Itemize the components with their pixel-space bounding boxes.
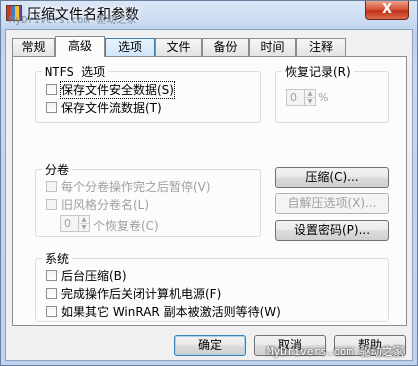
set-password-button[interactable]: 设置密码(P)...: [275, 220, 389, 241]
tab-advanced[interactable]: 高级: [55, 36, 105, 57]
recovery-volumes-value: 0: [64, 217, 71, 230]
spin-up-icon[interactable]: ▲: [79, 216, 89, 224]
recovery-record-spinner[interactable]: 0 ▲ ▼: [286, 89, 316, 106]
tab-backup[interactable]: 备份: [202, 38, 249, 56]
checkbox-box[interactable]: [46, 84, 57, 95]
tab-label: 注释: [308, 40, 333, 54]
recovery-record-value: 0: [290, 91, 297, 104]
tab-label: 高级: [67, 39, 92, 53]
close-button[interactable]: X: [365, 1, 409, 20]
spin-down-icon[interactable]: ▼: [79, 224, 89, 231]
tab-time[interactable]: 时间: [249, 38, 296, 56]
dialog-window: 压缩文件名和参数 MyDrivers.com 驱动之家 X 常规 高级 选项 文…: [0, 0, 418, 366]
volumes-title: 分卷: [42, 161, 73, 178]
tab-label: 备份: [213, 40, 238, 54]
percent-unit: %: [318, 91, 329, 104]
volumes-group: 分卷 每个分卷操作完之后暂停(V) 旧风格分卷名(L) 0 ▲ ▼ 个恢复卷(C: [35, 161, 261, 237]
button-label: 压缩(C)...: [305, 170, 359, 184]
button-label: 确定: [197, 338, 222, 352]
recovery-volumes-spinner[interactable]: 0 ▲ ▼: [60, 215, 90, 232]
button-label: 设置密码(P)...: [293, 223, 371, 237]
recovery-volumes-label: 个恢复卷(C): [93, 219, 159, 233]
recovery-record-title: 恢复记录(R): [282, 63, 354, 80]
checkbox-label: 后台压缩(B): [61, 269, 127, 283]
tab-label: 选项: [117, 40, 142, 54]
button-label: 自解压选项(X)...: [287, 196, 377, 210]
system-group: 系统 后台压缩(B) 完成操作后关闭计算机电源(F) 如果其它 WinRAR 副…: [35, 250, 389, 322]
system-title: 系统: [42, 250, 73, 267]
checkbox-box[interactable]: [46, 270, 57, 281]
watermark-top: MyDrivers.com 驱动之家: [9, 15, 137, 26]
recovery-record-group: 恢复记录(R) 0 ▲ ▼ %: [275, 63, 389, 123]
spinner-buttons: ▲ ▼: [304, 90, 315, 105]
checkbox-label: 每个分卷操作完之后暂停(V): [61, 180, 211, 194]
ok-button[interactable]: 确定: [174, 335, 246, 356]
checkbox-box[interactable]: [46, 199, 57, 210]
checkbox-label: 如果其它 WinRAR 副本被激活则等待(W): [61, 305, 281, 319]
spin-down-icon[interactable]: ▼: [305, 98, 315, 105]
tab-general[interactable]: 常规: [12, 38, 55, 56]
sfx-options-button[interactable]: 自解压选项(X)...: [275, 193, 389, 214]
checkbox-label: 保存文件安全数据(S): [60, 81, 175, 99]
ntfs-options-group: NTFS 选项 保存文件安全数据(S) 保存文件流数据(T): [35, 63, 261, 123]
tab-label: 时间: [260, 40, 285, 54]
checkbox-box[interactable]: [46, 288, 57, 299]
checkbox-box[interactable]: [46, 102, 57, 113]
checkbox-label: 完成操作后关闭计算机电源(F): [61, 287, 222, 301]
checkbox-label: 保存文件流数据(T): [61, 101, 162, 115]
tab-files[interactable]: 文件: [155, 38, 202, 56]
tab-comment[interactable]: 注释: [296, 38, 346, 56]
ntfs-options-title: NTFS 选项: [42, 63, 109, 80]
title-bar[interactable]: 压缩文件名和参数 MyDrivers.com 驱动之家 X: [1, 1, 417, 29]
tab-options[interactable]: 选项: [105, 38, 155, 56]
checkbox-label: 旧风格分卷名(L): [61, 198, 150, 212]
checkbox-box[interactable]: [46, 306, 57, 317]
checkbox-box[interactable]: [46, 181, 57, 192]
spinner-buttons: ▲ ▼: [78, 216, 89, 231]
close-icon: X: [381, 2, 393, 17]
compression-button[interactable]: 压缩(C)...: [275, 167, 389, 188]
dialog-body: 常规 高级 选项 文件 备份 时间 注释 NTFS 选项 保存文件安全数据(S)…: [5, 29, 413, 361]
advanced-tab-panel: NTFS 选项 保存文件安全数据(S) 保存文件流数据(T) 恢复记录(R) 0…: [12, 56, 407, 326]
spin-up-icon[interactable]: ▲: [305, 90, 315, 98]
tab-label: 文件: [166, 40, 191, 54]
tab-label: 常规: [21, 40, 46, 54]
watermark-bottom: MyDrivers.com 驱动之家: [267, 345, 404, 358]
